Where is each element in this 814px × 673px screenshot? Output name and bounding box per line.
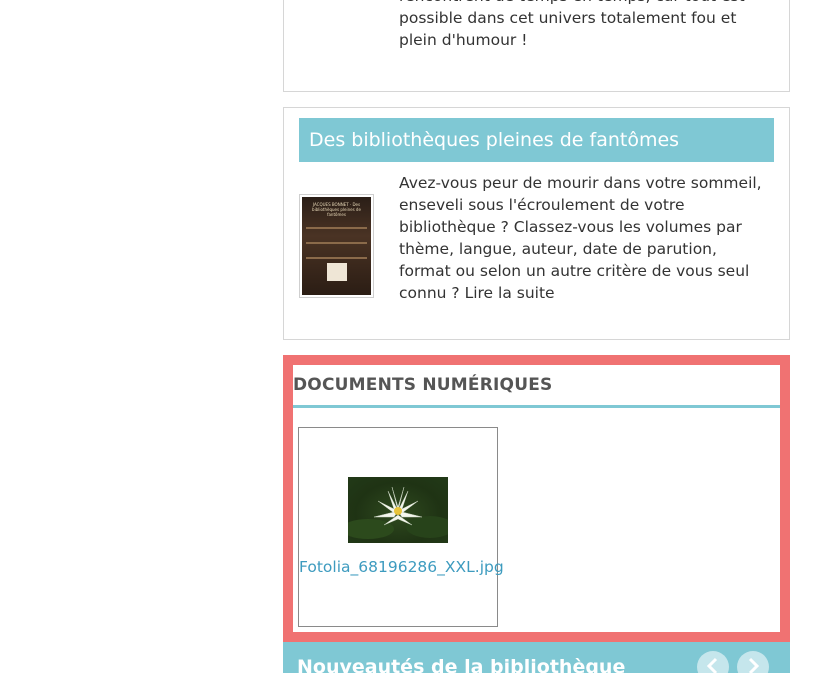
digital-documents-title: DOCUMENTS NUMÉRIQUES — [293, 365, 780, 408]
new-arrivals-title: Nouveautés de la bibliothèque — [297, 656, 626, 673]
new-arrivals-header: Nouveautés de la bibliothèque — [283, 642, 790, 673]
digital-documents-panel: DOCUMENTS NUMÉRIQUES Fotolia_68196286_XX… — [283, 355, 790, 642]
shelf-line — [306, 257, 367, 259]
news-card: Des bibliothèques pleines de fantômes JA… — [283, 107, 790, 340]
digital-documents-content: DOCUMENTS NUMÉRIQUES Fotolia_68196286_XX… — [293, 365, 780, 632]
book-cover-text: JACQUES BONNET · Des bibliothèques plein… — [312, 202, 361, 217]
book-cover: JACQUES BONNET · Des bibliothèques plein… — [302, 197, 371, 295]
excerpt-text: rencontrent de temps en temps, car tout … — [399, 0, 745, 49]
chevron-left-icon[interactable] — [697, 651, 729, 673]
chevron-right-icon[interactable] — [737, 651, 769, 673]
water-lily-thumbnail[interactable] — [348, 477, 448, 543]
document-filename-link[interactable]: Fotolia_68196286_XXL.jpg — [299, 556, 504, 578]
fireplace — [327, 263, 347, 281]
news-card-excerpt: Avez-vous peur de mourir dans votre somm… — [399, 172, 769, 304]
shelf-line — [306, 242, 367, 244]
book-cover-image[interactable]: JACQUES BONNET · Des bibliothèques plein… — [299, 194, 374, 298]
news-card-excerpt: rencontrent de temps en temps, car tout … — [399, 0, 774, 51]
shelf-line — [306, 227, 367, 229]
document-tile[interactable]: Fotolia_68196286_XXL.jpg — [298, 427, 504, 627]
news-card-previous: rencontrent de temps en temps, car tout … — [283, 0, 790, 92]
news-card-title[interactable]: Des bibliothèques pleines de fantômes — [299, 118, 774, 162]
excerpt-text: Avez-vous peur de mourir dans votre somm… — [399, 174, 762, 302]
read-more-link[interactable]: Lire la suite — [465, 284, 555, 302]
